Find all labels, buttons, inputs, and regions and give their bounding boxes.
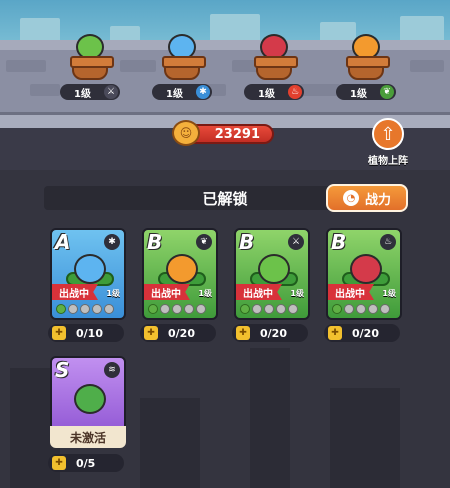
pot-icon (346, 56, 390, 80)
pot-icon (70, 56, 114, 80)
power-icon: ◔ (342, 190, 359, 206)
card-level: 1级 (106, 289, 120, 298)
rank-label: B (331, 230, 347, 254)
plant-card-ice[interactable]: A ✱ 出战中 1级 (50, 228, 126, 320)
puzzle-piece-icon: ✚ (236, 326, 250, 340)
snowflake-icon: ✱ (104, 234, 120, 250)
card-progress: ✚ 0/20 (232, 324, 308, 342)
star-dots (332, 304, 390, 314)
card-progress: ✚ 0/5 (48, 454, 124, 472)
star-dots (240, 304, 298, 314)
card-level: 1级 (382, 289, 396, 298)
slot-level: 1级 (350, 88, 367, 100)
sword-icon: ⚔ (288, 234, 304, 250)
card-progress: ✚ 0/10 (48, 324, 124, 342)
status-ribbon: 出战中 (236, 284, 282, 300)
rank-label: B (239, 230, 255, 254)
cherry-plant-icon (350, 254, 382, 284)
plant-card-cherry[interactable]: B ♨ 出战中 1级 (326, 228, 402, 320)
puzzle-piece-icon: ✚ (328, 326, 342, 340)
cactus-plant-icon (74, 384, 106, 414)
plant-card-sunflower[interactable]: B ❦ 出战中 1级 (142, 228, 218, 320)
pot-icon (162, 56, 206, 80)
fire-icon: ♨ (288, 85, 302, 99)
plant-card-cactus[interactable]: B ⚔ 出战中 1级 (234, 228, 310, 320)
card-level: 1级 (198, 289, 212, 298)
lineup-slot-4[interactable]: 1级 ❦ (336, 34, 396, 104)
plant-deploy-label[interactable]: 植物上阵 (358, 152, 418, 167)
ice-plant-icon (74, 254, 106, 284)
leaf-icon: ❦ (380, 85, 394, 99)
status-ribbon: 出战中 (52, 284, 98, 300)
slot-level: 1级 (258, 88, 275, 100)
slot-level: 1级 (74, 88, 91, 100)
card-progress: ✚ 0/20 (324, 324, 400, 342)
inactive-status: 未激活 (50, 426, 126, 448)
snowflake-icon: ✱ (196, 85, 210, 99)
lineup-slot-1[interactable]: 1级 ⚔ (60, 34, 120, 104)
sword-icon: ⚔ (104, 85, 118, 99)
leaf-icon: ❦ (196, 234, 212, 250)
status-ribbon: 出战中 (144, 284, 190, 300)
star-dots (148, 304, 206, 314)
star-dots (56, 304, 114, 314)
coin-icon: ☺ (172, 120, 200, 146)
card-level: 1级 (290, 289, 304, 298)
sunflower-plant-icon (166, 254, 198, 284)
lineup-slot-2[interactable]: 1级 ✱ (152, 34, 212, 104)
cactus-plant-icon (258, 254, 290, 284)
rank-label: A (55, 230, 71, 254)
pot-icon (254, 56, 298, 80)
power-sort-button[interactable]: ◔ 战力 (326, 184, 408, 212)
power-label: 战力 (364, 192, 391, 208)
fire-icon: ♨ (380, 234, 396, 250)
slot-level: 1级 (166, 88, 183, 100)
lineup-slot-3[interactable]: 1级 ♨ (244, 34, 304, 104)
rank-label: S (55, 358, 70, 382)
plant-deploy-button[interactable]: ⇧ (372, 118, 404, 150)
wind-icon: ≋ (104, 362, 120, 378)
coin-amount: 23291 (214, 126, 260, 142)
arrow-up-icon: ⇧ (380, 123, 396, 145)
puzzle-piece-icon: ✚ (52, 326, 66, 340)
puzzle-piece-icon: ✚ (52, 456, 66, 470)
rank-label: B (147, 230, 163, 254)
status-ribbon: 出战中 (328, 284, 374, 300)
card-progress: ✚ 0/20 (140, 324, 216, 342)
puzzle-piece-icon: ✚ (144, 326, 158, 340)
